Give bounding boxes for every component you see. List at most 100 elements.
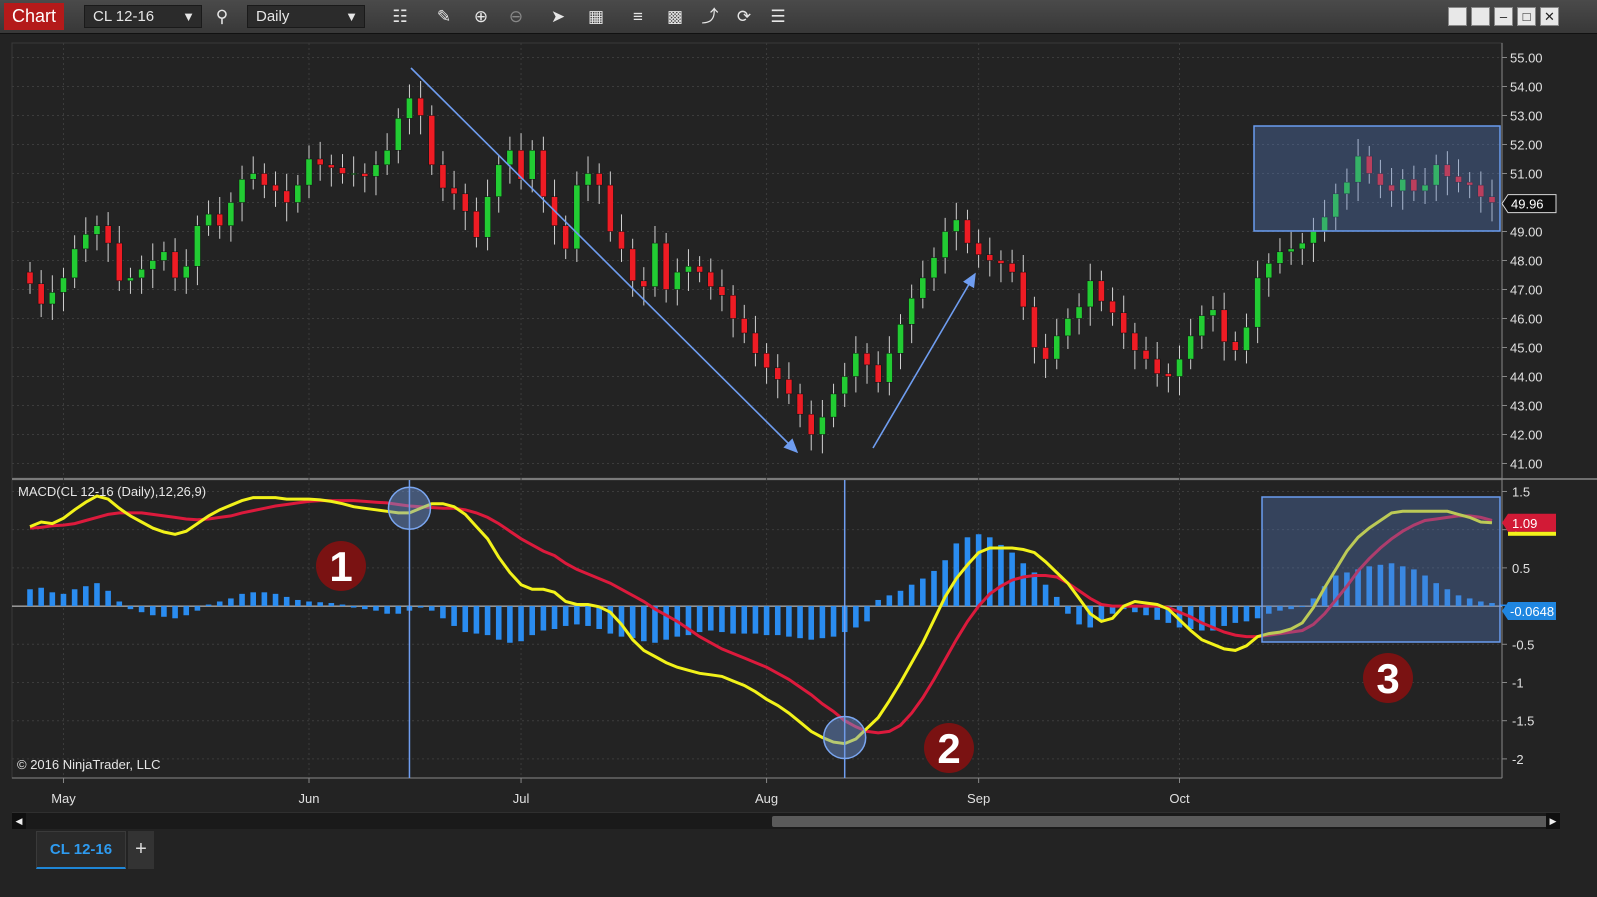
macd-histogram-bar [205, 604, 212, 607]
candle [540, 150, 547, 197]
candle [1153, 358, 1161, 374]
candle [473, 210, 480, 238]
macd-histogram-bar [875, 599, 881, 607]
interval-selector[interactable]: Daily ▼ [247, 5, 365, 28]
candle [26, 271, 34, 284]
candle [495, 164, 503, 197]
candle [1187, 335, 1194, 360]
x-axis-month-label: Sep [967, 791, 990, 806]
zoom-in-icon[interactable]: ⊕ [469, 5, 493, 29]
histogram-value-label: -0.0648 [1510, 604, 1554, 619]
reload-icon[interactable]: ⟳ [732, 5, 756, 29]
candle [104, 225, 112, 244]
maximize-icon[interactable]: □ [1517, 7, 1536, 26]
instrument-selector[interactable]: CL 12-16 ▼ [84, 5, 202, 28]
scroll-right-icon[interactable]: ▶ [1546, 813, 1560, 830]
scroll-left-icon[interactable]: ◀ [12, 813, 26, 830]
indicators-icon[interactable]: ▩ [663, 5, 687, 29]
macd-histogram-bar [1065, 606, 1071, 614]
macd-histogram-bar [596, 606, 602, 629]
candle [595, 173, 603, 186]
candle [194, 225, 201, 267]
macd-tick-label: -1 [1512, 675, 1524, 690]
add-tab-button[interactable]: + [128, 831, 154, 869]
data-box-icon[interactable]: ▦ [584, 5, 608, 29]
candle [752, 332, 759, 354]
properties-icon[interactable]: ☰ [766, 5, 790, 29]
candle [227, 202, 235, 226]
macd-histogram-bar [172, 606, 178, 619]
chart-toolbar: Chart CL 12-16 ▼ ⚲ Daily ▼ ☷ ✎ ⊕ ⊖ ➤ ▦ ≡… [0, 0, 1597, 34]
macd-histogram-bar [127, 606, 134, 610]
candle [729, 295, 737, 319]
macd-histogram-bar [1154, 606, 1160, 620]
minimize-icon[interactable]: – [1494, 7, 1513, 26]
candle [417, 97, 424, 116]
candle [1098, 280, 1105, 302]
candle [897, 324, 904, 354]
tab-cl-12-16[interactable]: CL 12-16 [36, 831, 126, 869]
price-tick-label: 44.00 [1510, 370, 1543, 385]
bar-type-icon[interactable]: ☷ [388, 5, 412, 29]
macd-histogram-bar [763, 606, 770, 636]
macd-histogram-bar [1243, 606, 1250, 622]
drawing-tools-icon[interactable]: ⤴ [698, 5, 722, 29]
candle [372, 164, 380, 177]
signal-value-tag [1508, 531, 1556, 536]
step-marker-number: 2 [937, 725, 960, 772]
zoom-out-icon[interactable]: ⊖ [504, 5, 528, 29]
macd-histogram-bar [1042, 584, 1049, 607]
candle [975, 242, 982, 255]
candle [785, 379, 793, 395]
close-icon[interactable]: ✕ [1540, 7, 1559, 26]
macd-histogram-bar [272, 593, 279, 607]
price-tick-label: 52.00 [1510, 138, 1543, 153]
pointer-icon[interactable]: ➤ [546, 5, 570, 29]
candle [216, 213, 224, 226]
candle [1276, 251, 1284, 264]
magnifier-icon[interactable]: ⚲ [210, 5, 234, 29]
candle [1075, 306, 1083, 319]
candle [640, 280, 648, 287]
macd-histogram-bar [1020, 563, 1027, 607]
candle [328, 164, 335, 168]
candle [394, 118, 402, 151]
candle [740, 318, 748, 334]
candle [874, 364, 882, 383]
macd-histogram-bar [786, 606, 792, 637]
candle [283, 190, 291, 203]
candle [662, 242, 670, 290]
window-restore-left-icon[interactable] [1448, 7, 1467, 26]
candle [450, 187, 458, 195]
candle [205, 213, 212, 226]
candle [350, 173, 357, 175]
price-highlight-box [1253, 125, 1501, 232]
crossover-2-circle [822, 715, 867, 760]
macd-histogram-bar [897, 590, 904, 607]
window-restore-right-icon[interactable] [1471, 7, 1490, 26]
candle [1086, 280, 1094, 308]
macd-histogram-bar [864, 606, 870, 622]
horizontal-scrollbar[interactable]: ◀ ▶ [12, 812, 1560, 830]
macd-histogram-bar [574, 606, 580, 625]
macd-histogram-bar [1221, 606, 1227, 626]
candle [1198, 315, 1206, 337]
chart-canvas[interactable]: 55.0054.0053.0052.0051.0050.0049.0048.00… [0, 35, 1597, 812]
candle [1254, 277, 1261, 328]
interval-value: Daily [256, 8, 290, 25]
candle [1265, 263, 1273, 279]
last-price-label: 49.96 [1511, 197, 1544, 212]
macd-histogram-bar [194, 606, 201, 611]
chart-title-label: Chart [4, 3, 64, 30]
price-tick-label: 47.00 [1510, 283, 1543, 298]
strategies-icon[interactable]: ≡ [626, 5, 650, 29]
candle [696, 266, 703, 273]
candle [807, 413, 815, 435]
macd-histogram-bar [495, 606, 502, 640]
macd-histogram-bar [908, 584, 915, 607]
scroll-thumb[interactable] [772, 816, 1554, 827]
macd-histogram-bar [1254, 606, 1261, 619]
pencil-icon[interactable]: ✎ [432, 5, 456, 29]
macd-histogram-bar [373, 606, 379, 611]
candle [673, 271, 681, 290]
